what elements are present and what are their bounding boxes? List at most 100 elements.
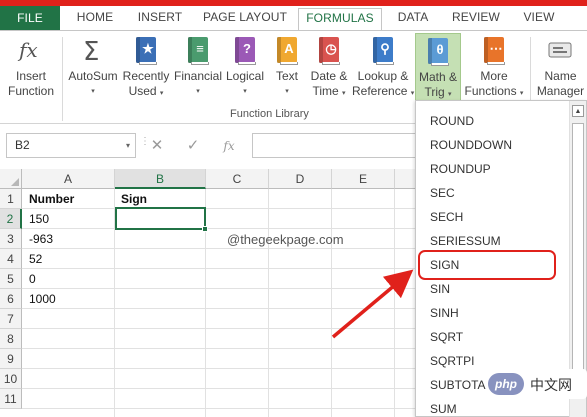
- row-header[interactable]: 11: [0, 389, 22, 409]
- insert-function-label-2: Function: [7, 84, 55, 98]
- tab-review[interactable]: REVIEW: [444, 8, 508, 31]
- row-header[interactable]: 1: [0, 189, 22, 209]
- row-header[interactable]: 4: [0, 249, 22, 269]
- function-item-round[interactable]: ROUND: [422, 110, 560, 132]
- tab-home[interactable]: HOME: [66, 8, 124, 31]
- more-functions-label-1: More: [480, 69, 508, 83]
- recently-used-label-1: Recently: [122, 69, 170, 83]
- text-button[interactable]: A Text ▾: [270, 35, 304, 107]
- date-time-button[interactable]: ◷ Date & Time ▾: [306, 35, 352, 107]
- tab-formulas[interactable]: FORMULAS: [298, 8, 382, 31]
- function-item-sqrt[interactable]: SQRT: [422, 326, 560, 348]
- cell-b1[interactable]: Sign: [114, 189, 205, 209]
- function-item-roundup[interactable]: ROUNDUP: [422, 158, 560, 180]
- date-time-label-2: Time: [312, 84, 339, 98]
- select-all-corner[interactable]: [0, 169, 22, 189]
- column-header-d[interactable]: D: [269, 169, 332, 189]
- row-header[interactable]: 2: [0, 209, 22, 229]
- cell-a3[interactable]: -963: [22, 229, 114, 249]
- fx-icon: fx: [16, 35, 46, 65]
- php-badge-text: 中文网: [530, 377, 572, 393]
- financial-label: Financial: [173, 69, 223, 83]
- function-item-label: SINH: [430, 306, 459, 320]
- fx-icon[interactable]: fx: [218, 135, 240, 157]
- tab-page-layout[interactable]: PAGE LAYOUT: [196, 8, 294, 31]
- row-header[interactable]: 8: [0, 329, 22, 349]
- ribbon-tab-bar: FILE HOME INSERT PAGE LAYOUT FORMULAS DA…: [0, 0, 587, 31]
- gridline: [331, 189, 332, 417]
- name-tag-icon: [546, 35, 576, 65]
- function-item-label: SERIESSUM: [430, 234, 501, 248]
- enter-icon[interactable]: ✓: [182, 135, 204, 157]
- row-header[interactable]: 9: [0, 349, 22, 369]
- scroll-up-icon[interactable]: ▲: [572, 105, 584, 117]
- worksheet-grid[interactable]: A B C D E 1 2 3 4 5 6 7 8 9 10 11 Number…: [0, 169, 420, 417]
- cell-a6[interactable]: 1000: [22, 289, 114, 309]
- name-manager-button[interactable]: Name Manager: [534, 35, 587, 107]
- chevron-down-icon: ▾: [285, 88, 289, 95]
- logical-label: Logical: [225, 69, 265, 83]
- function-item-label: ROUNDDOWN: [430, 138, 512, 152]
- chevron-down-icon: ▾: [159, 90, 164, 97]
- svg-text:Σ: Σ: [83, 37, 99, 65]
- name-manager-label-2: Manager: [536, 84, 585, 98]
- math-trig-button[interactable]: θ Math & Trig ▾: [415, 33, 461, 103]
- tab-data[interactable]: DATA: [388, 8, 438, 31]
- cell-a1[interactable]: Number: [22, 189, 114, 209]
- row-header[interactable]: 10: [0, 369, 22, 389]
- magnifier-book-icon: ⚲: [368, 35, 398, 65]
- tab-file[interactable]: FILE: [0, 6, 60, 31]
- text-book-icon: A: [272, 35, 302, 65]
- function-item-seriessum[interactable]: SERIESSUM: [422, 230, 560, 252]
- function-item-label: ROUNDUP: [430, 162, 491, 176]
- function-item-sum[interactable]: SUM: [422, 398, 560, 417]
- cell-a2[interactable]: 150: [22, 209, 114, 229]
- function-item-sech[interactable]: SECH: [422, 206, 560, 228]
- coins-book-icon: ≡: [183, 35, 213, 65]
- date-time-label-1: Date &: [310, 69, 348, 83]
- tab-view[interactable]: VIEW: [514, 8, 564, 31]
- row-header[interactable]: 5: [0, 269, 22, 289]
- gridline: [22, 328, 420, 329]
- logical-button[interactable]: ? Logical ▾: [224, 35, 266, 107]
- autosum-button[interactable]: Σ AutoSum ▾: [66, 35, 120, 107]
- cancel-icon[interactable]: ✕: [146, 135, 168, 157]
- cell-a4[interactable]: 52: [22, 249, 114, 269]
- column-header-a[interactable]: A: [22, 169, 115, 189]
- tab-insert[interactable]: INSERT: [130, 8, 190, 31]
- chevron-down-icon: ▾: [410, 90, 415, 97]
- insert-function-button[interactable]: fx Insert Function: [4, 35, 58, 107]
- insert-function-label-1: Insert: [15, 69, 46, 83]
- question-book-icon: ?: [230, 35, 260, 65]
- recently-used-button[interactable]: ★ Recently Used ▾: [122, 35, 170, 107]
- function-item-sec[interactable]: SEC: [422, 182, 560, 204]
- recently-used-label-2: Used: [128, 84, 157, 98]
- cell-a5[interactable]: 0: [22, 269, 114, 289]
- formula-input[interactable]: [252, 133, 420, 158]
- formula-bar: B2 ▾ ⋮ ✕ ✓ fx: [0, 133, 420, 159]
- row-header[interactable]: 3: [0, 229, 22, 249]
- function-item-sin[interactable]: SIN: [422, 278, 560, 300]
- chevron-down-icon[interactable]: ▾: [126, 134, 130, 157]
- fill-handle[interactable]: [202, 226, 208, 232]
- formula-bar-grip[interactable]: ⋮: [140, 137, 150, 153]
- watermark-text: @thegeekpage.com: [227, 232, 344, 247]
- function-item-sinh[interactable]: SINH: [422, 302, 560, 324]
- php-logo-icon: php: [488, 373, 524, 395]
- theta-book-icon: θ: [423, 36, 453, 66]
- row-header[interactable]: 6: [0, 289, 22, 309]
- lookup-reference-button[interactable]: ⚲ Lookup & Reference ▾: [352, 35, 414, 107]
- selected-cell-b2[interactable]: [115, 207, 208, 232]
- scroll-thumb[interactable]: [572, 123, 584, 383]
- column-header-e[interactable]: E: [332, 169, 395, 189]
- financial-button[interactable]: ≡ Financial ▾: [172, 35, 224, 107]
- name-box[interactable]: B2 ▾: [6, 133, 136, 158]
- more-functions-button[interactable]: ⋯ More Functions ▾: [463, 35, 525, 107]
- lookup-reference-label-1: Lookup &: [357, 69, 409, 83]
- lookup-reference-label-2: Reference: [352, 84, 408, 98]
- column-header-c[interactable]: C: [206, 169, 269, 189]
- function-item-rounddown[interactable]: ROUNDDOWN: [422, 134, 560, 156]
- column-header-b[interactable]: B: [115, 169, 206, 189]
- row-header[interactable]: 7: [0, 309, 22, 329]
- gridline: [268, 189, 269, 417]
